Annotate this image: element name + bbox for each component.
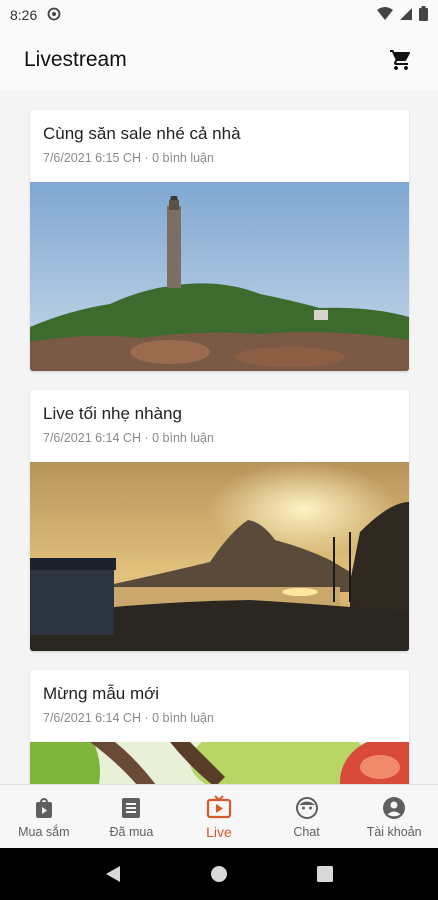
nav-item-shopping[interactable]: Mua sắm <box>0 785 88 848</box>
back-icon[interactable] <box>93 854 133 894</box>
nav-label: Chat <box>293 824 320 839</box>
livestream-card[interactable]: Mừng mẫu mới 7/6/2021 6:14 CH · 0 bình l… <box>30 670 409 784</box>
receipt-icon <box>118 795 144 821</box>
home-icon[interactable] <box>199 854 239 894</box>
chat-face-icon <box>294 795 320 821</box>
lighthouse-photo <box>30 182 409 371</box>
live-tv-icon <box>206 794 232 820</box>
nav-label: Live <box>206 823 232 840</box>
card-meta: 7/6/2021 6:14 CH · 0 bình luận <box>43 431 214 445</box>
battery-icon <box>419 6 428 24</box>
nav-label: Mua sắm <box>18 824 70 839</box>
recents-icon[interactable] <box>305 854 345 894</box>
card-meta: 7/6/2021 6:14 CH · 0 bình luận <box>43 711 214 725</box>
cart-icon[interactable] <box>388 47 414 73</box>
notification-icon <box>47 7 61 24</box>
livestream-card[interactable]: Cùng săn sale nhé cả nhà 7/6/2021 6:15 C… <box>30 110 409 371</box>
bottom-navigation: Mua sắm Đã mua Live Chat Tài khoản <box>0 784 438 848</box>
card-title: Cùng săn sale nhé cả nhà <box>43 124 241 143</box>
nav-item-live[interactable]: Live <box>175 785 263 848</box>
system-navigation-bar <box>0 848 438 900</box>
shopping-bag-icon <box>31 795 57 821</box>
nav-item-purchased[interactable]: Đã mua <box>88 785 176 848</box>
nav-item-account[interactable]: Tài khoản <box>350 785 438 848</box>
page-title: Livestream <box>24 48 127 71</box>
card-meta: 7/6/2021 6:15 CH · 0 bình luận <box>43 151 214 165</box>
signal-icon <box>399 7 413 24</box>
nav-item-chat[interactable]: Chat <box>263 785 351 848</box>
status-time: 8:26 <box>10 7 38 23</box>
status-bar: 8:26 <box>0 0 438 30</box>
card-title: Mừng mẫu mới <box>43 684 160 703</box>
app-bar: Livestream <box>0 30 438 90</box>
nav-label: Tài khoản <box>366 824 422 839</box>
livestream-feed[interactable]: Cùng săn sale nhé cả nhà 7/6/2021 6:15 C… <box>0 90 438 784</box>
fruit-photo <box>30 742 409 784</box>
account-icon <box>381 795 407 821</box>
livestream-card[interactable]: Live tối nhẹ nhàng 7/6/2021 6:14 CH · 0 … <box>30 390 409 651</box>
sunset-photo <box>30 462 409 651</box>
card-title: Live tối nhẹ nhàng <box>43 404 182 423</box>
nav-label: Đã mua <box>109 824 154 839</box>
wifi-icon <box>377 6 393 24</box>
